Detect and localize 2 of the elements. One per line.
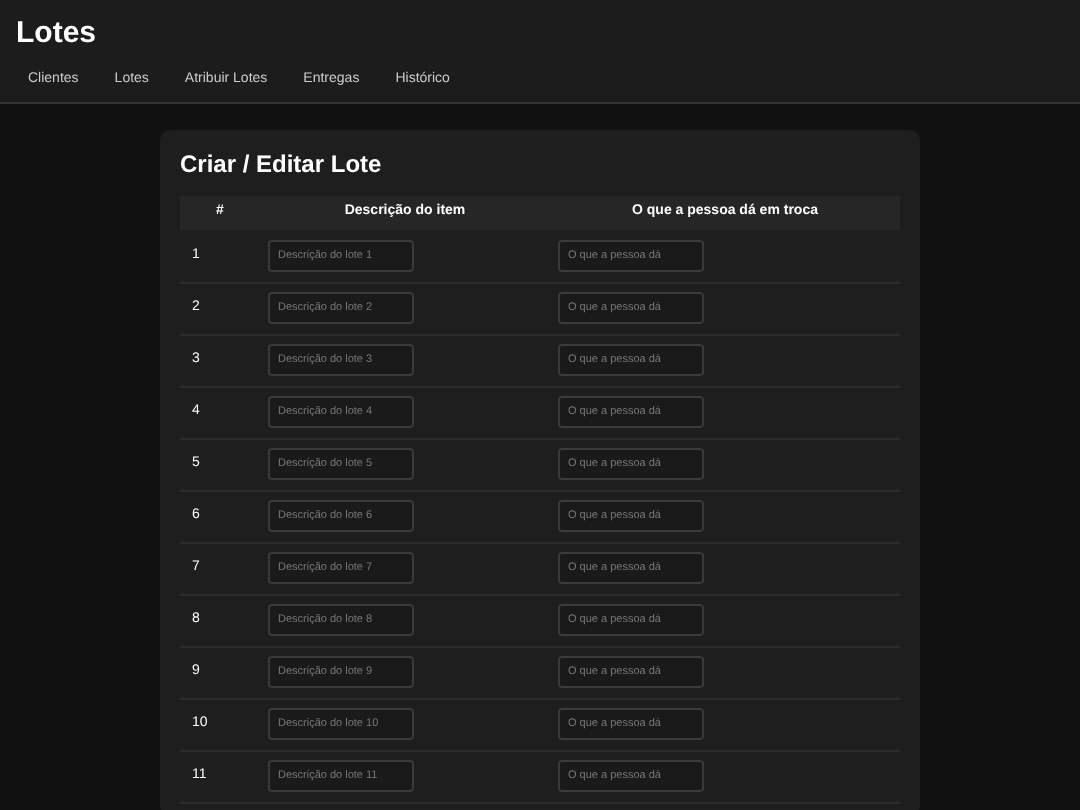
app-title: Lotes [16,16,97,52]
card-title: Criar / Editar Lote [180,150,382,180]
